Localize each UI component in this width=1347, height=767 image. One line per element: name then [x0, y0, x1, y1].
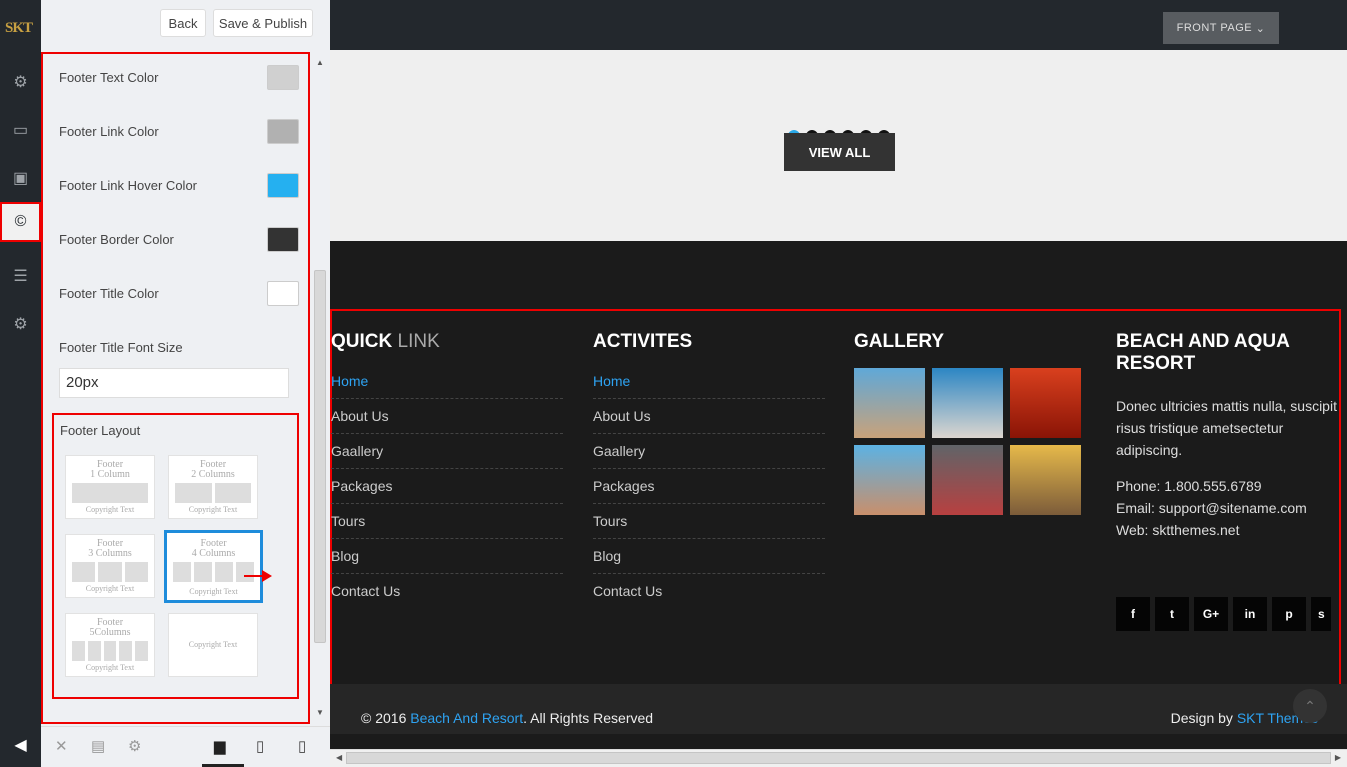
footer-link[interactable]: Contact Us	[331, 574, 563, 609]
skype-icon[interactable]: s	[1311, 597, 1331, 631]
footer-title-color-row: Footer Title Color	[59, 280, 299, 306]
footer-link[interactable]: Tours	[593, 504, 825, 539]
color-label: Footer Link Color	[59, 123, 159, 139]
close-icon[interactable]: ✕	[55, 737, 68, 755]
footer-link[interactable]: Tours	[331, 504, 563, 539]
layout-option-3-columns[interactable]: Footer 3 Columns Copyright Text	[65, 534, 155, 598]
customizer-panel: Back Save & Publish Footer Text Color Fo…	[41, 0, 330, 767]
back-button[interactable]: Back	[160, 9, 206, 37]
monitor-icon[interactable]: ▣	[0, 158, 41, 198]
gallery-grid	[854, 368, 1084, 515]
card-icon[interactable]: ▭	[0, 110, 41, 150]
front-page-button[interactable]: FRONT PAGE ⌄	[1163, 12, 1279, 44]
activities-title: ACTIVITES	[593, 331, 693, 352]
footer-layout-label: Footer Layout	[60, 423, 141, 438]
color-label: Footer Text Color	[59, 69, 159, 85]
linkedin-icon[interactable]: in	[1233, 597, 1267, 631]
gallery-image[interactable]	[932, 368, 1003, 438]
gallery-image[interactable]	[854, 445, 925, 515]
color-label: Footer Title Color	[59, 285, 159, 301]
resort-column: BEACH AND AQUA RESORT Donec ultricies ma…	[1116, 331, 1344, 541]
pinterest-icon[interactable]: p	[1272, 597, 1306, 631]
footer-link[interactable]: About Us	[331, 399, 563, 434]
resort-description: Donec ultricies mattis nulla, suscipit r…	[1116, 398, 1337, 458]
site-preview: FRONT PAGE ⌄ VIEW ALL QUICK LINK Home Ab…	[330, 0, 1347, 767]
color-label: Footer Border Color	[59, 231, 174, 247]
layout-option-2-columns[interactable]: Footer 2 Columns Copyright Text	[168, 455, 258, 519]
quick-link-title: QUICK LINK	[331, 331, 440, 352]
gallery-image[interactable]	[1010, 368, 1081, 438]
scroll-top-icon[interactable]: ⌃	[1293, 689, 1327, 723]
gear-icon[interactable]: ⚙	[128, 737, 141, 755]
collapse-icon[interactable]: ◀	[0, 725, 41, 765]
layout-option-5-columns[interactable]: Footer 5Columns Copyright Text	[65, 613, 155, 677]
icon-rail: SKT ⚙ ▭ ▣ © ☰ ⚙ ◀	[0, 0, 41, 767]
gallery-title: GALLERY	[854, 331, 945, 352]
footer-title-font-size-label: Footer Title Font Size	[59, 339, 183, 355]
color-swatch[interactable]	[267, 118, 299, 144]
save-publish-button[interactable]: Save & Publish	[213, 9, 313, 37]
footer-link[interactable]: Blog	[331, 539, 563, 574]
color-swatch[interactable]	[267, 280, 299, 306]
footer-text-color-row: Footer Text Color	[59, 64, 299, 90]
horizontal-scrollbar[interactable]: ◀ ▶	[330, 749, 1347, 767]
preview-topbar: FRONT PAGE ⌄	[330, 0, 1347, 50]
copyright-text: © 2016 Beach And Resort. All Rights Rese…	[361, 710, 654, 726]
book-icon[interactable]: ▤	[91, 737, 105, 755]
footer-link[interactable]: Packages	[331, 469, 563, 504]
panel-bottombar: ✕ ▤ ⚙ ▆ ▯ ▯	[41, 726, 330, 767]
color-swatch[interactable]	[267, 64, 299, 90]
twitter-icon[interactable]: t	[1155, 597, 1189, 631]
copyright-icon[interactable]: ©	[0, 202, 41, 242]
quick-link-column: QUICK LINK Home About Us Gaallery Packag…	[331, 331, 563, 609]
footer-link[interactable]: Home	[331, 364, 563, 399]
tablet-icon[interactable]: ▯	[256, 737, 264, 755]
desktop-icon[interactable]: ▆	[214, 737, 226, 755]
gallery-image[interactable]	[1010, 445, 1081, 515]
site-link[interactable]: Beach And Resort	[410, 710, 523, 726]
view-all-button[interactable]: VIEW ALL	[784, 133, 895, 171]
settings-icon[interactable]: ⚙	[0, 304, 41, 344]
footer-link-color-row: Footer Link Color	[59, 118, 299, 144]
gallery-image[interactable]	[932, 445, 1003, 515]
layout-option-1-column[interactable]: Footer 1 Column Copyright Text	[65, 455, 155, 519]
footer-link[interactable]: Contact Us	[593, 574, 825, 609]
facebook-icon[interactable]: f	[1116, 597, 1150, 631]
footer-link[interactable]: About Us	[593, 399, 825, 434]
mobile-icon[interactable]: ▯	[298, 737, 306, 755]
footer-link[interactable]: Home	[593, 364, 825, 399]
footer-link[interactable]: Blog	[593, 539, 825, 574]
layout-option-4-columns[interactable]: Footer 4 Columns Copyright Text	[164, 530, 263, 603]
footer-link[interactable]: Packages	[593, 469, 825, 504]
panel-topbar: Back Save & Publish	[41, 0, 330, 48]
color-swatch[interactable]	[267, 172, 299, 198]
arrow-line	[244, 575, 264, 577]
layout-option-copyright-only[interactable]: Copyright Text	[168, 613, 258, 677]
list-icon[interactable]: ☰	[0, 256, 41, 296]
footer-link-hover-color-row: Footer Link Hover Color	[59, 172, 299, 198]
gallery-column: GALLERY	[854, 331, 1086, 515]
footer-border-color-row: Footer Border Color	[59, 226, 299, 252]
hero-section: VIEW ALL	[330, 50, 1347, 241]
copyright-bar: © 2016 Beach And Resort. All Rights Rese…	[330, 684, 1347, 734]
google-plus-icon[interactable]: G+	[1194, 597, 1228, 631]
gallery-image[interactable]	[854, 368, 925, 438]
resort-email: Email: support@sitename.com	[1116, 500, 1307, 516]
footer-layout-section: Footer Layout Footer 1 Column Copyright T…	[52, 413, 299, 699]
gear-icon[interactable]: ⚙	[0, 62, 41, 102]
activities-column: ACTIVITES Home About Us Gaallery Package…	[593, 331, 825, 609]
panel-scrollbar[interactable]: ▲ ▼	[313, 55, 327, 720]
resort-phone: Phone: 1.800.555.6789	[1116, 478, 1262, 494]
color-label: Footer Link Hover Color	[59, 177, 197, 193]
footer-link[interactable]: Gaallery	[593, 434, 825, 469]
footer-settings-section: Footer Text Color Footer Link Color Foot…	[41, 52, 310, 724]
footer-link[interactable]: Gaallery	[331, 434, 563, 469]
resort-title: BEACH AND AQUA RESORT	[1116, 331, 1290, 374]
color-swatch[interactable]	[267, 226, 299, 252]
skt-logo: SKT	[5, 20, 33, 36]
resort-web: Web: sktthemes.net	[1116, 522, 1240, 538]
footer-title-font-size-input[interactable]: 20px	[59, 368, 289, 398]
